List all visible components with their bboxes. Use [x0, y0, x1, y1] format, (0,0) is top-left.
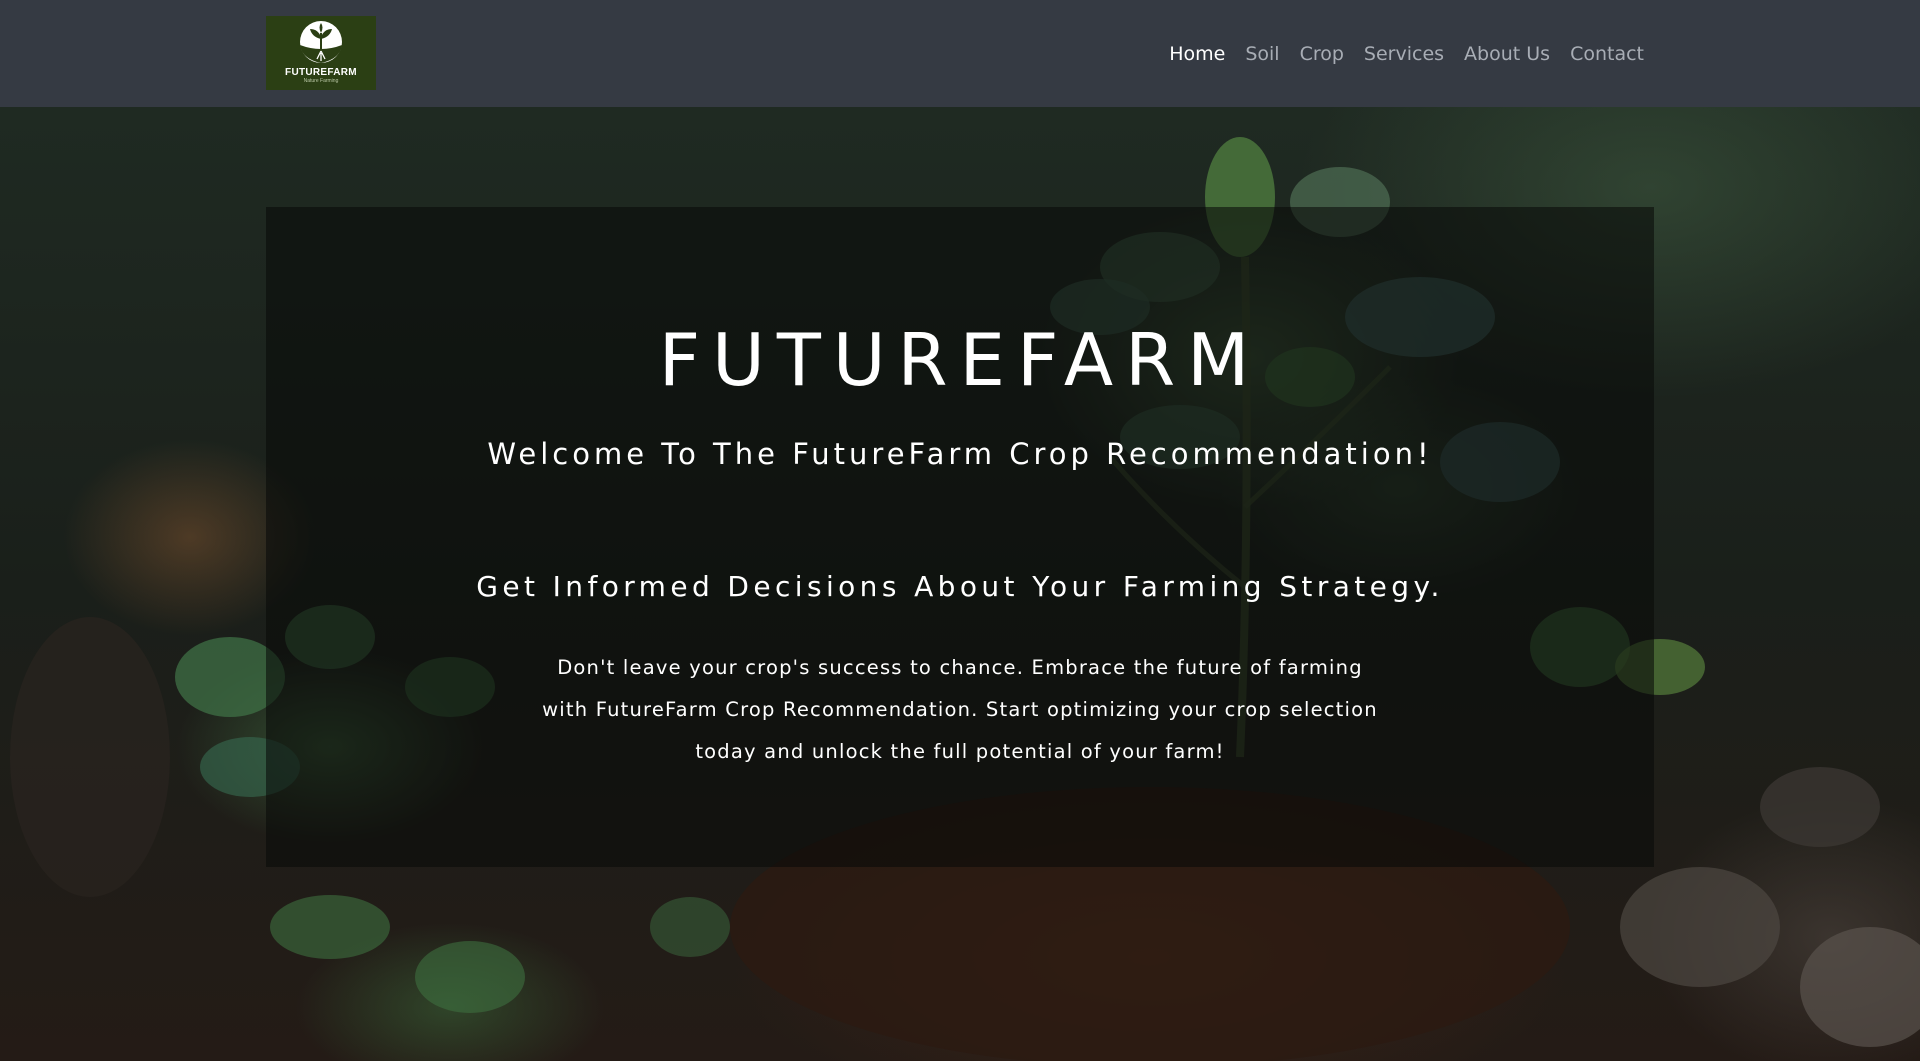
sprout-logo-icon — [300, 21, 342, 63]
hero-tagline: Get Informed Decisions About Your Farmin… — [476, 570, 1444, 603]
brand-logo[interactable]: FUTUREFARM Nature Farming — [266, 16, 376, 90]
nav-crop[interactable]: Crop — [1300, 40, 1344, 68]
hero-description: Don't leave your crop's success to chanc… — [542, 656, 1378, 763]
nav-home[interactable]: Home — [1169, 40, 1225, 68]
logo-tagline: Nature Farming — [303, 78, 339, 84]
nav-services[interactable]: Services — [1364, 40, 1444, 68]
hero-welcome-heading: Welcome To The FutureFarm Crop Recommend… — [487, 437, 1433, 471]
hero-title: FUTUREFARM — [658, 318, 1262, 402]
hero-section: FUTUREFARM Welcome To The FutureFarm Cro… — [0, 107, 1920, 1061]
main-nav: Home Soil Crop Services About Us Contact — [1169, 40, 1644, 68]
navbar: FUTUREFARM Nature Farming Home Soil Crop… — [0, 0, 1920, 107]
nav-contact[interactable]: Contact — [1570, 40, 1644, 68]
nav-soil[interactable]: Soil — [1245, 40, 1279, 68]
hero-content-panel: FUTUREFARM Welcome To The FutureFarm Cro… — [266, 207, 1654, 867]
logo-title: FUTUREFARM — [285, 67, 357, 78]
nav-about-us[interactable]: About Us — [1464, 40, 1550, 68]
